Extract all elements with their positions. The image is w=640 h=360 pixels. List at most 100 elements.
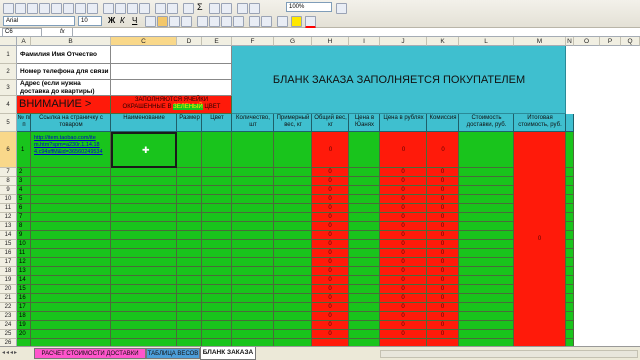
order-cell[interactable] (349, 258, 380, 267)
order-cell[interactable]: 0 (312, 330, 349, 339)
order-cell[interactable]: 0 (312, 258, 349, 267)
order-cell[interactable] (31, 231, 111, 240)
order-cell[interactable]: 0 (312, 276, 349, 285)
order-cell[interactable] (274, 195, 312, 204)
order-cell[interactable] (566, 213, 574, 222)
order-cell[interactable]: 0 (312, 195, 349, 204)
order-cell[interactable] (274, 240, 312, 249)
order-cell[interactable] (31, 276, 111, 285)
spelling-icon[interactable] (87, 3, 98, 14)
order-cell[interactable]: 0 (427, 294, 459, 303)
order-cell[interactable]: 0 (427, 267, 459, 276)
font-color-icon[interactable] (305, 16, 316, 28)
column-header-e[interactable]: E (202, 37, 232, 46)
order-cell[interactable] (232, 195, 274, 204)
order-cell[interactable] (349, 231, 380, 240)
order-cell[interactable]: 0 (312, 249, 349, 258)
order-cell[interactable] (349, 213, 380, 222)
order-cell[interactable]: 9 (17, 231, 31, 240)
header-commission[interactable]: Комиссия (427, 114, 459, 132)
order-cell[interactable] (566, 231, 574, 240)
column-header-d[interactable]: D (177, 37, 202, 46)
row-header-16[interactable]: 16 (0, 249, 17, 258)
order-cell[interactable] (232, 177, 274, 186)
order-cell[interactable] (202, 204, 232, 213)
order-cell[interactable] (111, 177, 177, 186)
print-preview-icon[interactable] (75, 3, 86, 14)
order-cell[interactable]: 11 (17, 249, 31, 258)
order-cell[interactable]: 0 (380, 285, 427, 294)
column-header-c[interactable]: C (111, 37, 177, 46)
save-icon[interactable] (27, 3, 38, 14)
open-icon[interactable] (15, 3, 26, 14)
align-center-icon[interactable] (157, 16, 168, 27)
order-cell[interactable] (566, 132, 574, 168)
order-cell[interactable]: 0 (312, 294, 349, 303)
order-cell[interactable]: 0 (427, 204, 459, 213)
order-cell[interactable]: 20 (17, 330, 31, 339)
order-cell[interactable]: 0 (380, 213, 427, 222)
order-cell[interactable] (459, 132, 514, 168)
order-cell[interactable] (202, 303, 232, 312)
order-cell[interactable] (349, 294, 380, 303)
row-header-23[interactable]: 23 (0, 312, 17, 321)
column-header-m[interactable]: M (514, 37, 566, 46)
order-cell[interactable] (31, 222, 111, 231)
order-cell[interactable]: 0 (427, 177, 459, 186)
total-cost-merged-cell[interactable]: 0 (514, 132, 566, 347)
order-cell[interactable] (111, 204, 177, 213)
order-cell[interactable] (349, 303, 380, 312)
order-cell[interactable] (177, 330, 202, 339)
column-header-b[interactable]: B (31, 37, 111, 46)
fill-color-icon[interactable] (291, 16, 302, 27)
order-cell[interactable] (232, 249, 274, 258)
order-cell[interactable]: 0 (427, 240, 459, 249)
row-header-7[interactable]: 7 (0, 168, 17, 177)
row-header-21[interactable]: 21 (0, 294, 17, 303)
order-cell[interactable]: 0 (380, 294, 427, 303)
order-cell[interactable]: 12 (17, 258, 31, 267)
order-cell[interactable] (111, 195, 177, 204)
order-cell[interactable] (31, 204, 111, 213)
order-cell[interactable] (31, 303, 111, 312)
order-cell[interactable]: 0 (380, 222, 427, 231)
order-cell[interactable] (459, 294, 514, 303)
order-cell[interactable]: 0 (380, 168, 427, 177)
order-cell[interactable] (31, 186, 111, 195)
order-cell[interactable] (202, 312, 232, 321)
order-cell[interactable]: 0 (380, 330, 427, 339)
order-cell[interactable]: 0 (312, 267, 349, 276)
order-cell[interactable] (111, 294, 177, 303)
order-cell[interactable] (202, 249, 232, 258)
order-cell[interactable] (111, 312, 177, 321)
order-cell[interactable] (459, 285, 514, 294)
order-cell[interactable]: 3 (17, 177, 31, 186)
column-header-n[interactable]: N (566, 37, 574, 46)
order-cell[interactable]: 0 (312, 240, 349, 249)
column-header-g[interactable]: G (274, 37, 312, 46)
order-cell[interactable] (111, 231, 177, 240)
autosum-icon[interactable]: Σ (197, 2, 203, 13)
column-header-j[interactable]: J (380, 37, 427, 46)
order-cell[interactable]: 0 (312, 177, 349, 186)
order-cell[interactable] (349, 249, 380, 258)
order-cell[interactable] (349, 177, 380, 186)
order-cell[interactable] (459, 321, 514, 330)
print-icon[interactable] (63, 3, 74, 14)
order-cell[interactable] (566, 312, 574, 321)
row-header-4[interactable]: 4 (0, 96, 17, 114)
order-cell[interactable] (232, 285, 274, 294)
row-header-1[interactable]: 1 (0, 46, 17, 64)
row-header-6[interactable]: 6 (0, 132, 17, 168)
order-cell[interactable] (274, 132, 312, 168)
order-cell[interactable] (349, 240, 380, 249)
order-cell[interactable] (31, 177, 111, 186)
order-cell[interactable]: 6 (17, 204, 31, 213)
copy-icon[interactable] (115, 3, 126, 14)
order-cell[interactable] (349, 132, 380, 168)
row-header-3[interactable]: 3 (0, 80, 17, 96)
order-cell[interactable] (459, 222, 514, 231)
label-name-cell[interactable]: Фамилия Имя Отчество (17, 46, 111, 64)
order-cell[interactable] (566, 258, 574, 267)
order-cell[interactable] (459, 195, 514, 204)
